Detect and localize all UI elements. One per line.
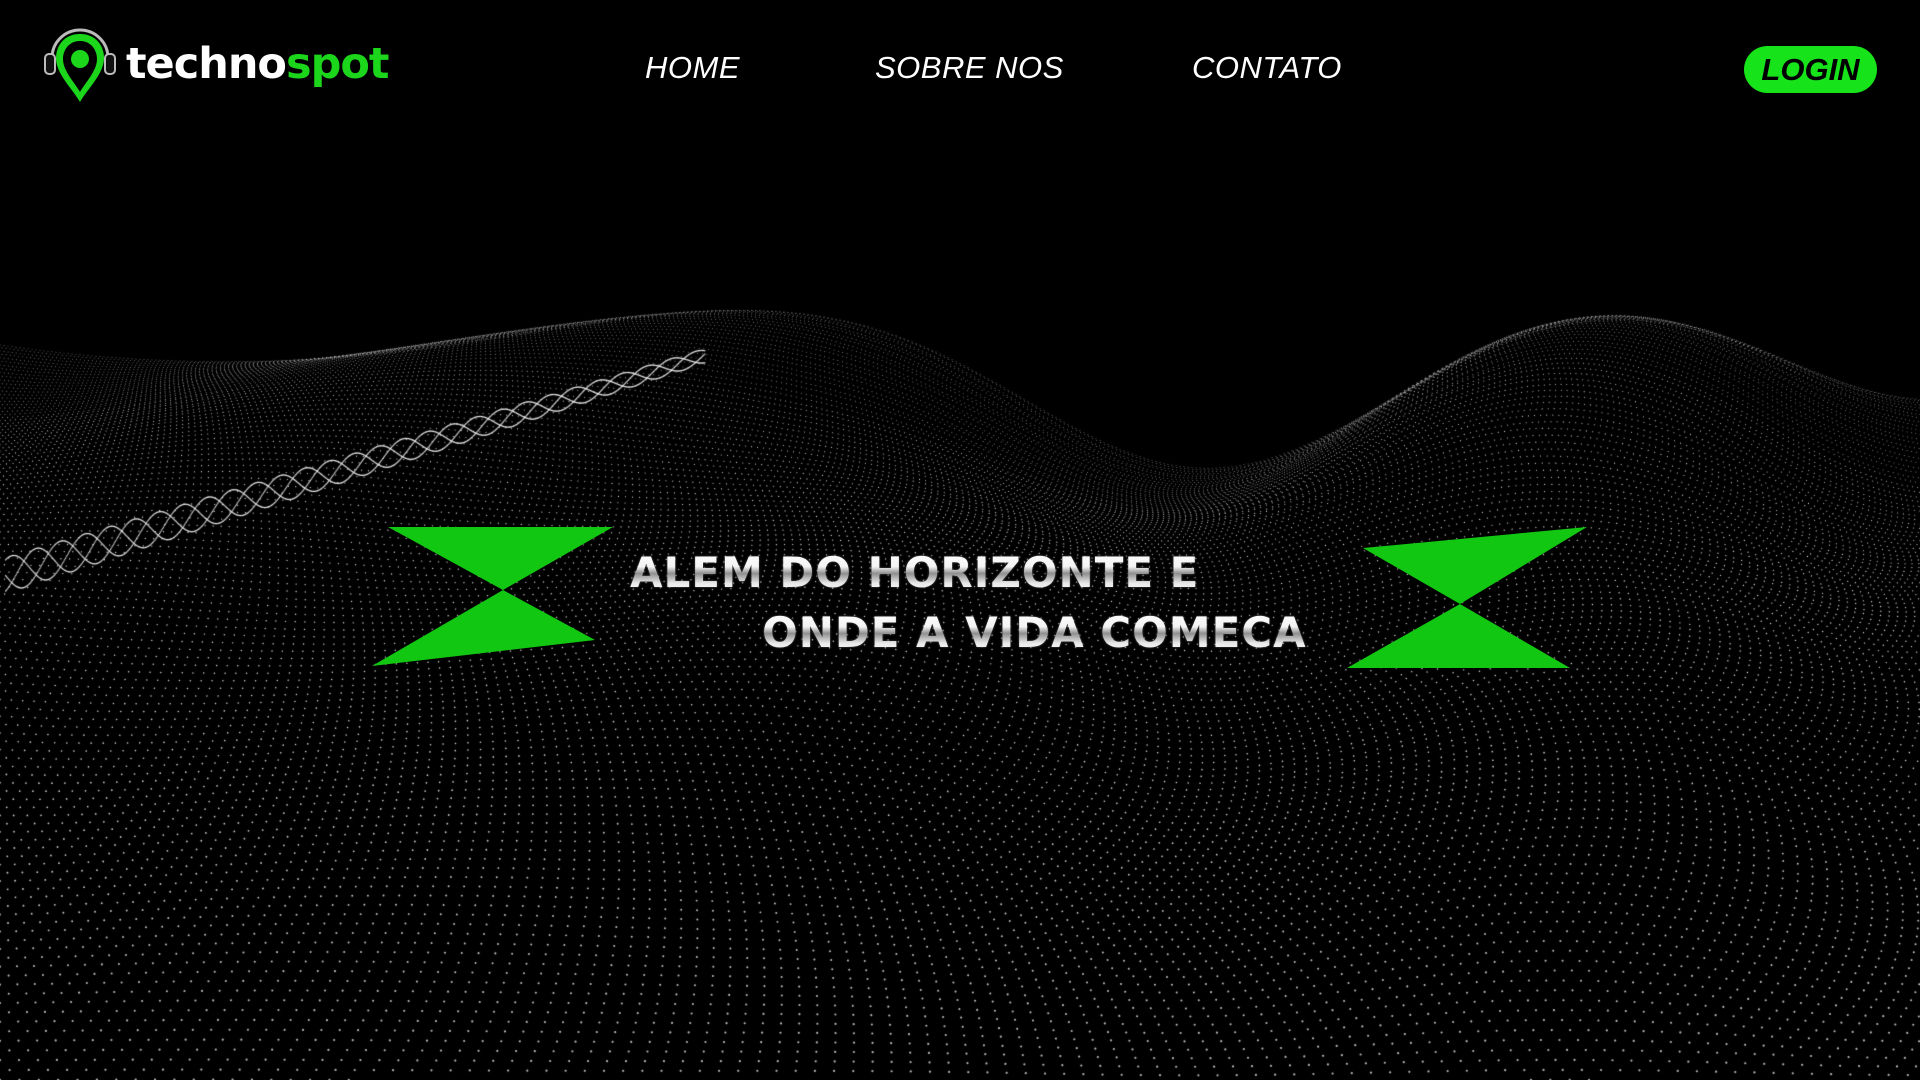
location-pin-headphones-icon bbox=[44, 28, 116, 102]
brand-name-part1: techno bbox=[126, 39, 287, 89]
dotted-wave-background bbox=[0, 0, 1920, 1080]
login-button[interactable]: LOGIN bbox=[1744, 46, 1877, 93]
top-navbar: technospot HOME SOBRE NOS CONTATO LOGIN bbox=[0, 0, 1920, 140]
brand-logo[interactable]: technospot bbox=[42, 22, 389, 106]
nav-sobre-nos[interactable]: SOBRE NOS bbox=[875, 50, 1064, 86]
brand-name-part2: spot bbox=[285, 39, 389, 89]
hero-headline-line1: ALEM DO HORIZONTE E bbox=[630, 548, 1200, 597]
right-bowtie-decoration bbox=[1347, 527, 1587, 668]
left-bowtie-decoration bbox=[372, 527, 613, 666]
nav-home[interactable]: HOME bbox=[645, 50, 740, 86]
nav-contato[interactable]: CONTATO bbox=[1192, 50, 1342, 86]
hero-headline-line2: ONDE A VIDA COMECA bbox=[762, 608, 1307, 657]
brand-name: technospot bbox=[126, 39, 389, 89]
